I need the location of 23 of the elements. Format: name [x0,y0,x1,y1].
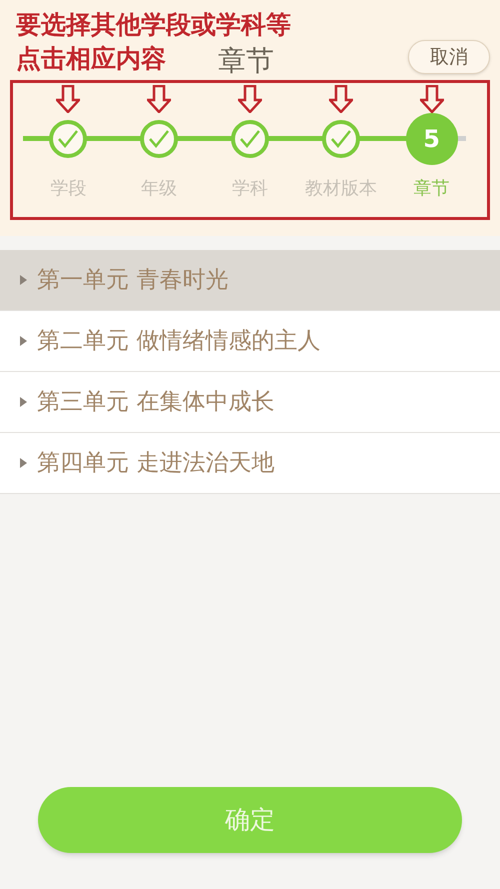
annotation-text: 要选择其他学段或学科等 [16,9,291,41]
unit-row[interactable]: 第二单元 做情绪情感的主人 [0,311,500,372]
unit-label: 第一单元 青春时光 [37,266,228,295]
unit-row[interactable]: 第一单元 青春时光 [0,250,500,311]
confirm-button[interactable]: 确定 [38,787,462,853]
unit-label: 第二单元 做情绪情感的主人 [37,326,320,356]
caret-icon [20,458,27,468]
cancel-button[interactable]: 取消 [408,40,490,74]
unit-label: 第三单元 在集体中成长 [37,388,274,417]
unit-row[interactable]: 第三单元 在集体中成长 [0,372,500,433]
step-label[interactable]: 章节 [414,175,450,202]
down-arrow-icon [56,85,80,113]
caret-icon [20,397,27,407]
down-arrow-icon [328,85,353,113]
unit-label: 第四单元 走进法治天地 [37,448,274,478]
page-title: 章节 [218,43,274,79]
caret-icon [20,275,27,285]
unit-row[interactable]: 第四单元 走进法治天地 [0,433,500,494]
annotation-text: 点击相应内容 [16,43,166,75]
caret-icon [20,336,27,346]
down-arrow-icon [420,85,444,113]
down-arrow-icon [147,85,172,113]
down-arrow-icon [238,85,262,113]
